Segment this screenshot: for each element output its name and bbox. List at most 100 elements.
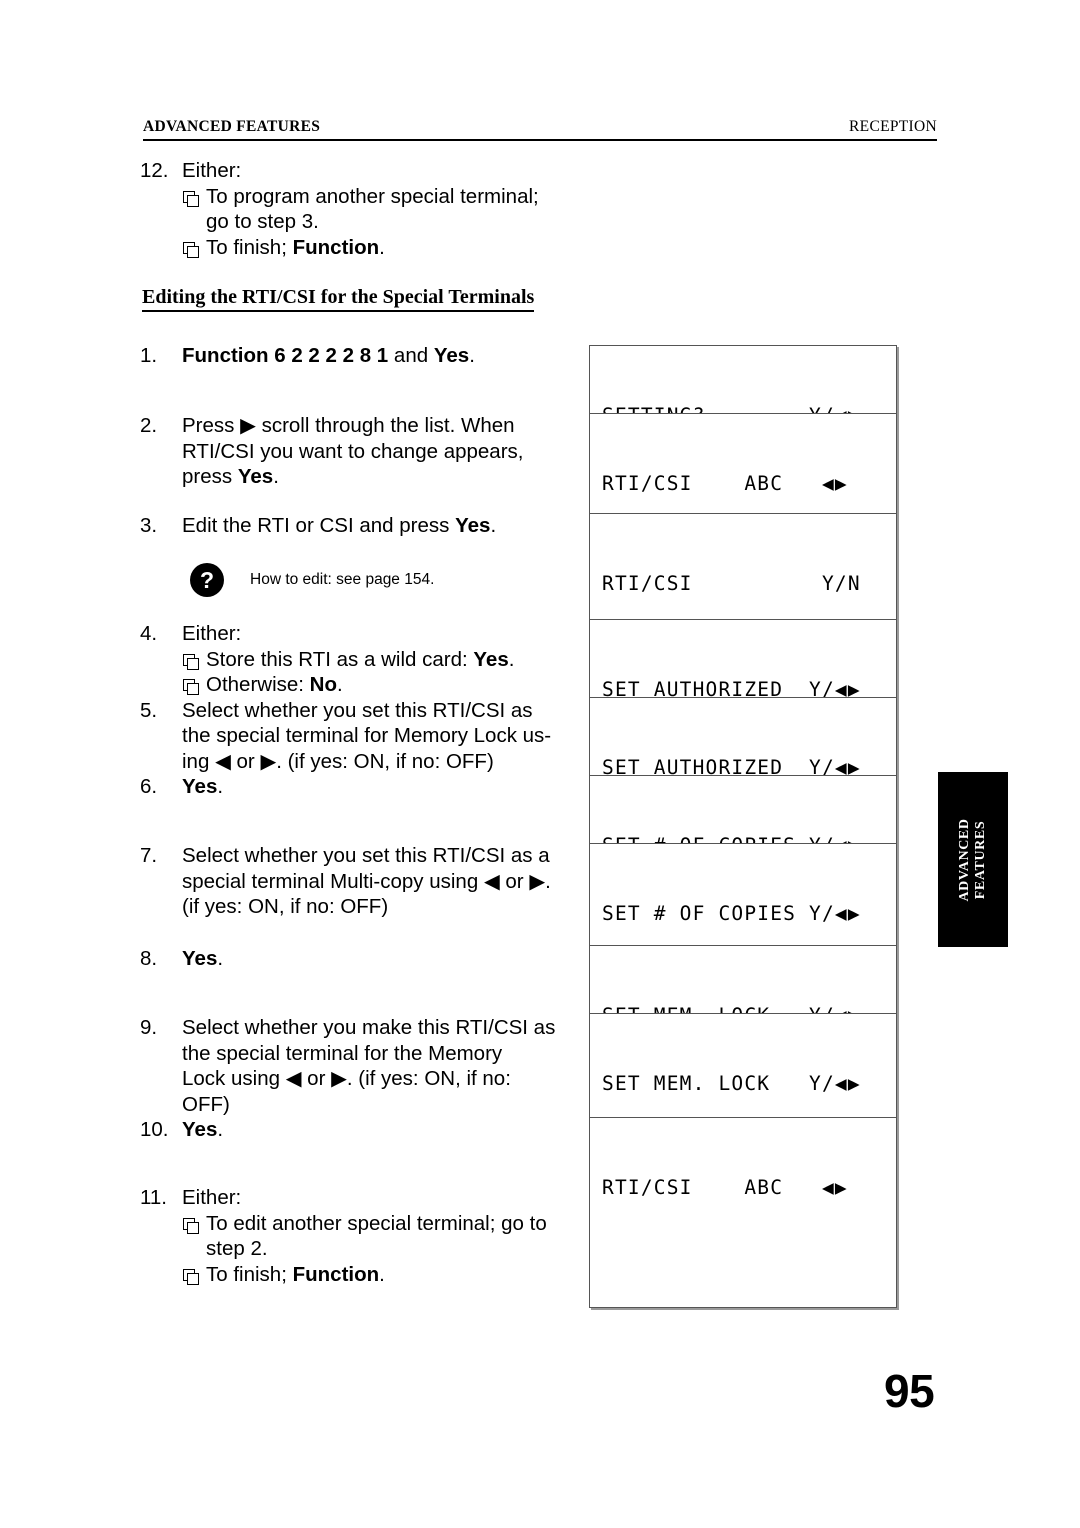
step-2-line-2: RTI/CSI you want to change appears,	[182, 439, 524, 463]
step-4-bullet-1: Store this RTI as a wild card: Yes.	[182, 647, 570, 673]
step-2-pre: Press	[182, 414, 241, 437]
step-3: 3. Edit the RTI or CSI and press Yes.	[140, 513, 570, 539]
step-11: 11. Either:	[140, 1185, 570, 1211]
step-1-tail: .	[469, 344, 475, 367]
step-9-line-1: Select whether you make this RTI/CSI as	[182, 1016, 556, 1039]
step-6: 6. Yes.	[140, 774, 570, 800]
step-7-line-2: special terminal Multi-copy using ◀ or ▶…	[182, 870, 551, 893]
step-9: 9. Select whether you make this RTI/CSI …	[140, 1015, 570, 1117]
step-10-number: 10.	[140, 1118, 169, 1141]
step-2-line-3-tail: .	[273, 465, 279, 488]
step-2-block: 2. Press ▶ scroll through the list. When…	[140, 413, 570, 490]
step-11-bullet-2-post: .	[379, 1262, 385, 1286]
step-8-text: Yes.	[182, 946, 570, 972]
step-2-line-3: press Yes.	[182, 465, 279, 488]
lcd-rticsi-abc-final: RTI/CSI ABC ◀▶	[589, 1117, 897, 1308]
step-7: 7. Select whether you set this RTI/CSI a…	[140, 843, 570, 920]
step-7-pre: special terminal Multi-copy using	[182, 869, 484, 893]
step-3-text: Edit the RTI or CSI and press Yes.	[182, 513, 570, 539]
step-7-line-1: Select whether you set this RTI/CSI as a	[182, 844, 550, 867]
edit-note-text: How to edit: see page 154.	[250, 571, 435, 588]
step-4: 4. Either:	[140, 621, 570, 647]
step-3-block: 3. Edit the RTI or CSI and press Yes.	[140, 513, 570, 539]
lcd-line-1: RTI/CSI ABC ◀▶	[602, 1176, 848, 1199]
side-thumb-tab: ADVANCED FEATURES	[938, 772, 1008, 947]
right-arrow-icon: ▶	[529, 869, 546, 893]
step-4-bullet-1-text: Store this RTI as a wild card: Yes.	[206, 647, 570, 673]
step-6-number: 6.	[140, 775, 158, 798]
step-12-bullet-1: To program another special terminal;	[182, 184, 570, 210]
step-12-bullet-2-pre: To finish;	[206, 235, 293, 259]
step-7-text: Select whether you set this RTI/CSI as a…	[182, 843, 570, 920]
step-11-bullet-2: To finish; Function.	[182, 1262, 570, 1288]
step-12-text: Either:	[182, 159, 242, 182]
step-9-pre: Lock using	[182, 1067, 286, 1090]
step-1-yes-key: Yes	[433, 344, 470, 367]
header-chapter-title: RECEPTION	[849, 118, 937, 135]
step-2-line-1: Press ▶ scroll through the list. When	[182, 414, 515, 437]
step-2-text: Press ▶ scroll through the list. When RT…	[182, 413, 570, 490]
step-8-block: 8. Yes.	[140, 946, 570, 972]
step-5-line-3: ing ◀ or ▶. (if yes: ON, if no: OFF)	[182, 750, 494, 773]
step-12-bullet-2-text: To finish; Function.	[206, 235, 570, 261]
page-number: 95	[884, 1365, 935, 1417]
lcd-line-1: SET # OF COPIES Y/◀▶	[602, 902, 861, 925]
step-10-text: Yes.	[182, 1117, 570, 1143]
step-3-number: 3.	[140, 514, 158, 537]
step-11-bullet-1-cont: step 2.	[206, 1237, 268, 1260]
step-3-pre: Edit the RTI or CSI and press	[182, 514, 456, 537]
square-bullet-icon	[182, 1211, 206, 1237]
step-5-text: Select whether you set this RTI/CSI as t…	[182, 698, 570, 775]
step-1-text: Function 6 2 2 2 2 8 1 and Yes.	[182, 343, 570, 369]
step-9-post: . (if yes: ON, if no:	[346, 1067, 511, 1090]
step-1-mid: and	[388, 344, 434, 367]
step-4-number: 4.	[140, 622, 158, 645]
step-10-post: .	[217, 1118, 224, 1141]
square-bullet-icon	[182, 235, 206, 261]
step-5-or: or	[230, 749, 261, 773]
step-7-block: 7. Select whether you set this RTI/CSI a…	[140, 843, 570, 920]
step-12-bullet-2-key: Function	[292, 235, 380, 259]
square-bullet-icon	[182, 647, 206, 673]
step-4-bullet-2-post: .	[337, 673, 343, 696]
step-1: 1. Function 6 2 2 2 2 8 1 and Yes.	[140, 343, 570, 369]
step-8: 8. Yes.	[140, 946, 570, 972]
step-11-bullet-1-text: To edit another special terminal; go to	[206, 1211, 547, 1235]
step-9-number: 9.	[140, 1016, 158, 1039]
running-header: ADVANCED FEATURES RECEPTION	[143, 118, 937, 141]
step-12-bullet-1-text: To program another special terminal;	[206, 184, 539, 208]
step-5-pre: ing	[182, 749, 216, 773]
lcd-line-1: RTI/CSI Y/N	[602, 572, 861, 595]
step-12-block: 12. Either: To program another special t…	[140, 158, 570, 260]
edit-note: ? How to edit: see page 154.	[190, 563, 434, 597]
step-12-bullet-1-cont: go to step 3.	[206, 210, 319, 233]
lcd-line-1: SET MEM. LOCK Y/◀▶	[602, 1072, 861, 1095]
step-4-bullet-1-post: .	[508, 647, 515, 671]
step-5-line-2: the special terminal for Memory Lock us-	[182, 724, 552, 747]
step-12-bullet-2-post: .	[379, 235, 385, 259]
square-bullet-icon	[182, 1262, 206, 1288]
step-8-yes-key: Yes	[182, 947, 218, 970]
step-11-bullet-2-text: To finish; Function.	[206, 1262, 570, 1288]
step-4-bullet-1-key: Yes	[473, 647, 509, 671]
question-mark-icon: ?	[190, 563, 224, 597]
step-7-post: .	[545, 869, 551, 893]
step-4-bullet-2-pre: Otherwise:	[206, 673, 310, 696]
square-bullet-icon	[182, 184, 206, 210]
step-6-text: Yes.	[182, 774, 570, 800]
step-1-number: 1.	[140, 344, 158, 367]
step-4-block: 4. Either: Store this RTI as a wild card…	[140, 621, 570, 800]
step-9-line-3: Lock using ◀ or ▶. (if yes: ON, if no:	[182, 1067, 511, 1090]
lcd-line-2	[602, 1250, 896, 1275]
step-2-press: press	[182, 465, 238, 488]
step-9-line-4: OFF)	[182, 1092, 230, 1116]
step-9-or: or	[301, 1067, 332, 1090]
step-3-post: .	[490, 514, 497, 537]
step-2-number: 2.	[140, 414, 158, 437]
step-9-line-2: the special terminal for the Memory	[182, 1041, 503, 1065]
step-9-block: 9. Select whether you make this RTI/CSI …	[140, 1015, 570, 1143]
step-5-post: . (if yes: ON, if no: OFF)	[276, 749, 494, 773]
step-11-bullet-2-key: Function	[292, 1262, 380, 1286]
right-arrow-icon: ▶	[240, 414, 256, 437]
step-9-text: Select whether you make this RTI/CSI as …	[182, 1015, 570, 1117]
